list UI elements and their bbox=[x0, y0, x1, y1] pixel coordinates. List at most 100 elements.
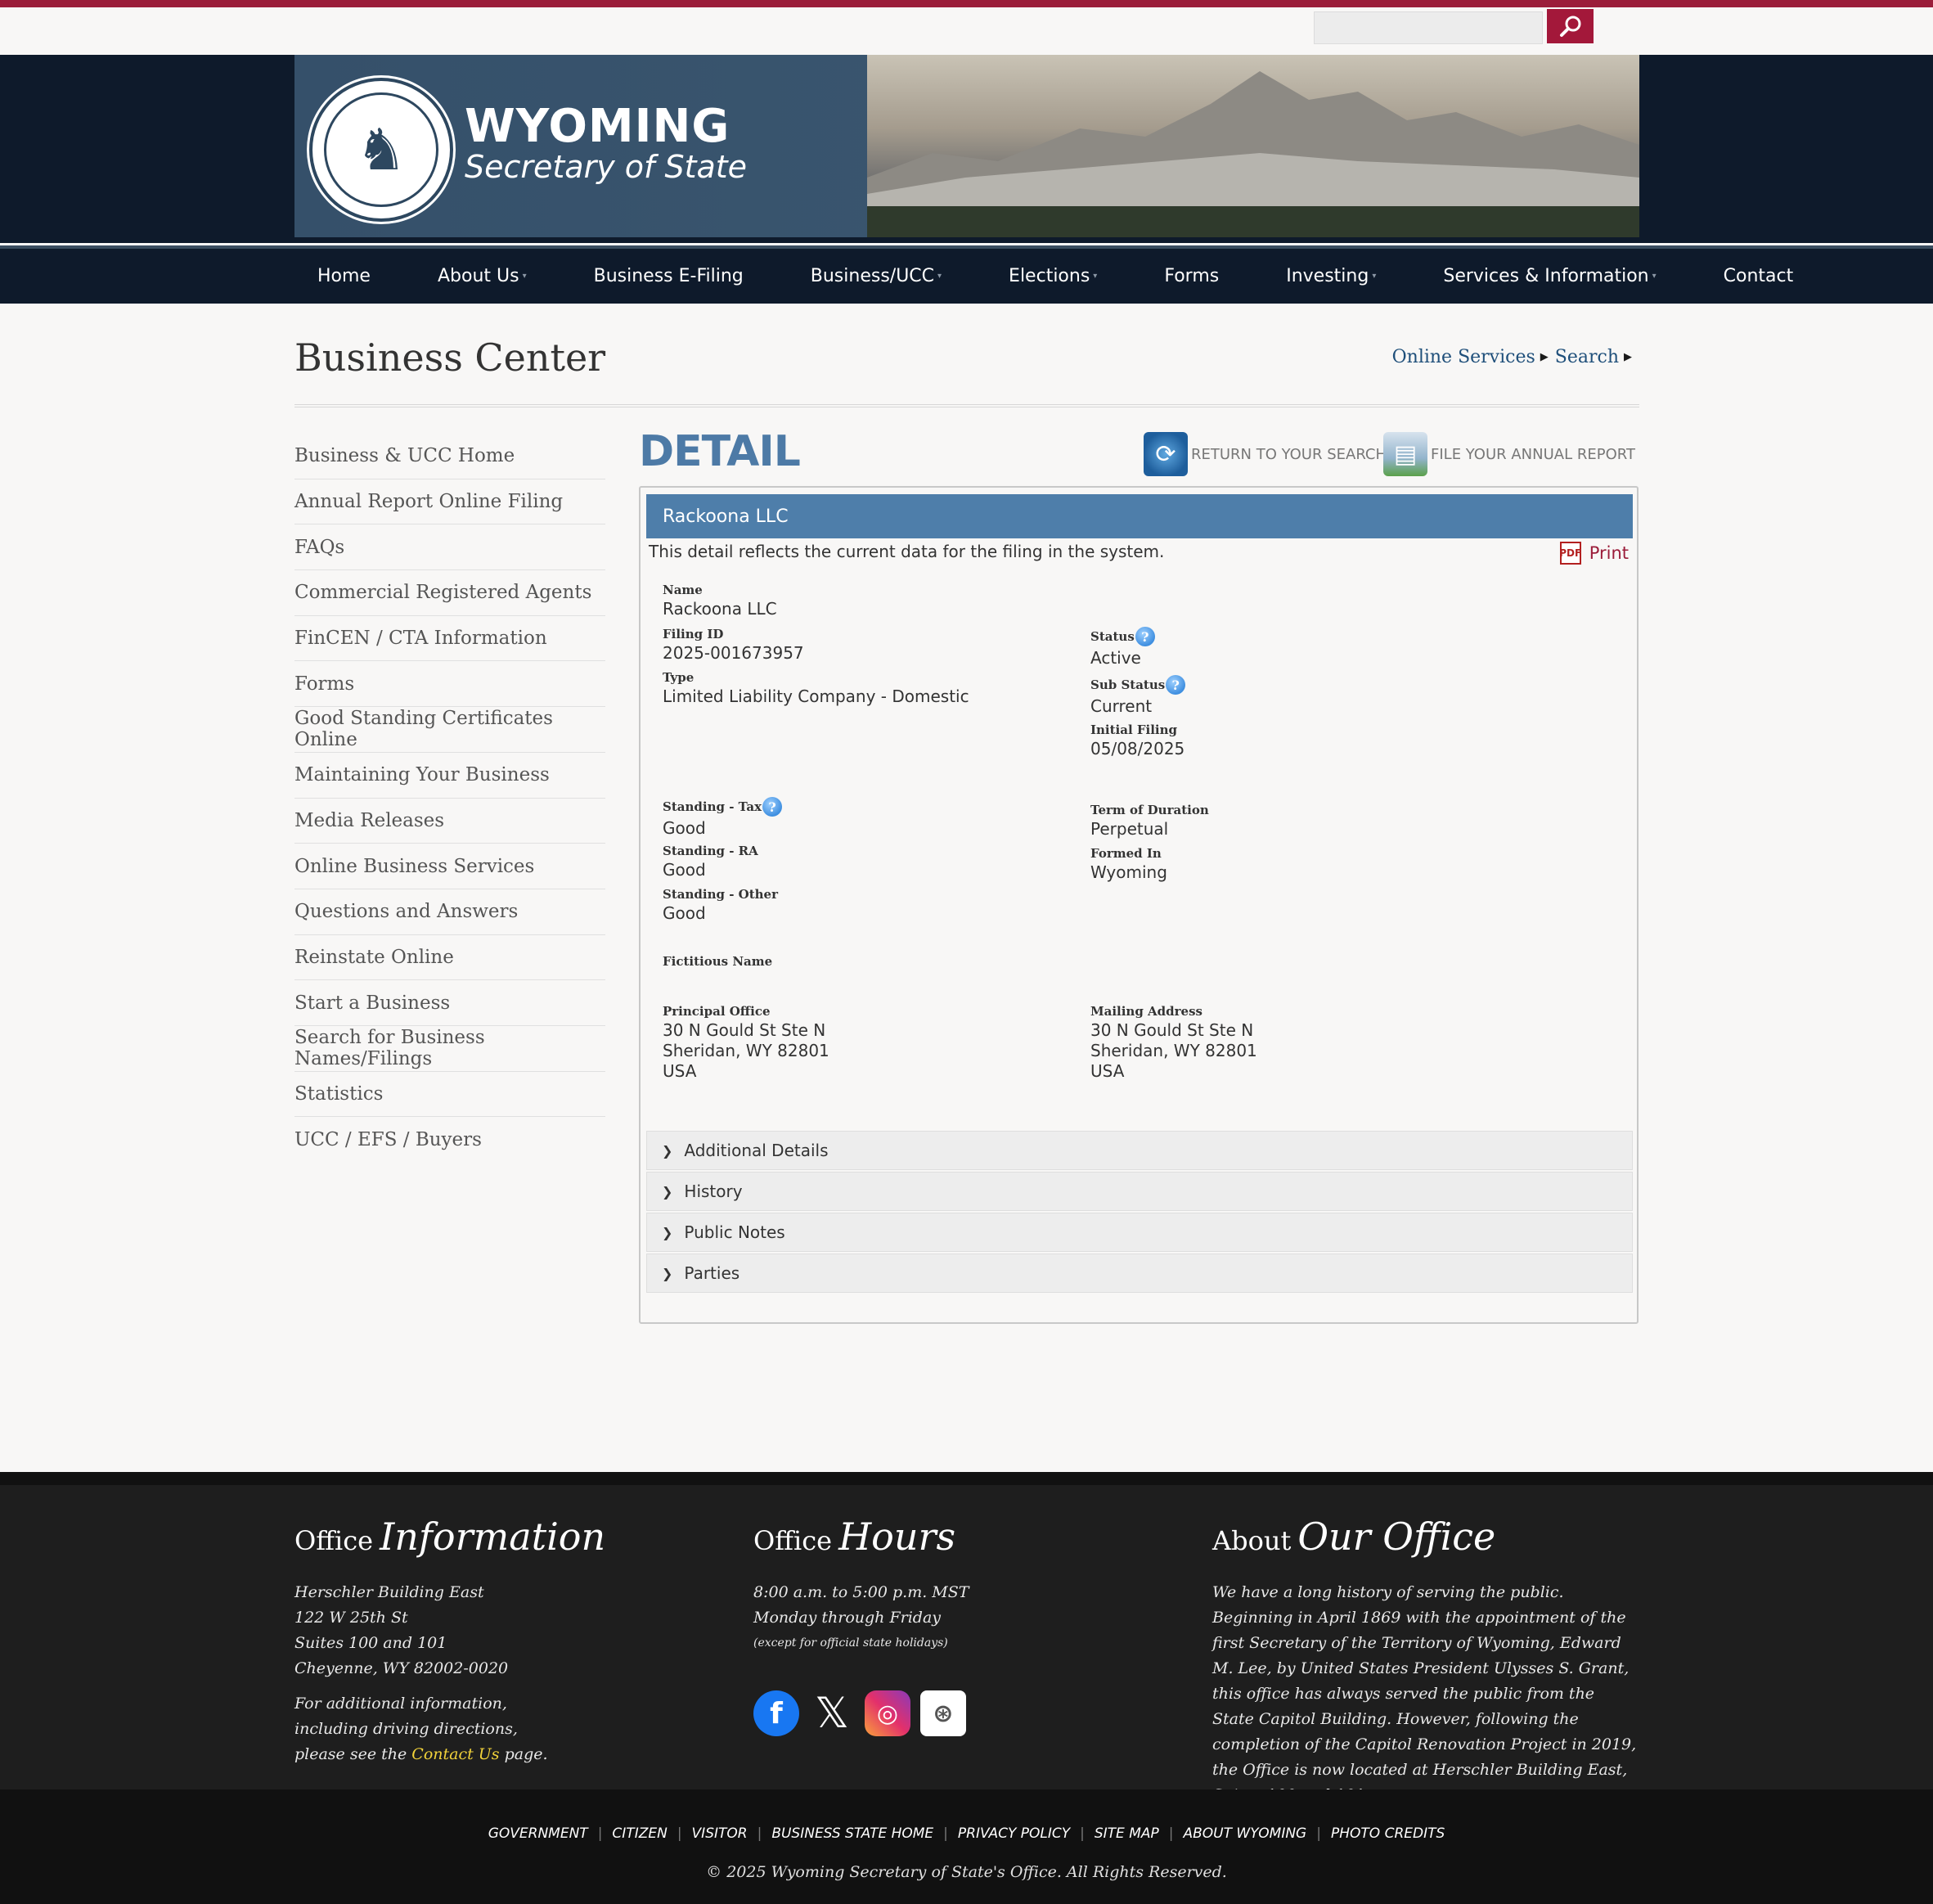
refresh-icon: ⟳ bbox=[1144, 432, 1188, 476]
accordion-additional-details[interactable]: ❯ Additional Details bbox=[646, 1131, 1633, 1170]
print-button[interactable]: PDF Print bbox=[1559, 542, 1629, 565]
site-search-input[interactable] bbox=[1314, 11, 1543, 44]
address-line: 122 W 25th St bbox=[294, 1609, 408, 1627]
sidebar-item-media-releases[interactable]: Media Releases bbox=[294, 799, 605, 844]
help-icon[interactable]: ? bbox=[1166, 675, 1186, 695]
field-label: Formed In bbox=[1090, 846, 1162, 861]
nav-item-elections[interactable]: Elections ▾ bbox=[986, 266, 1097, 286]
sidebar-item-ucc-efs-buyers[interactable]: UCC / EFS / Buyers bbox=[294, 1117, 605, 1163]
sidebar-item-fincen-cta-information[interactable]: FinCEN / CTA Information bbox=[294, 616, 605, 662]
field-label: Term of Duration bbox=[1090, 803, 1209, 817]
sidebar-item-reinstate-online[interactable]: Reinstate Online bbox=[294, 935, 605, 981]
sidebar-item-good-standing-certificates-online[interactable]: Good Standing Certificates Online bbox=[294, 707, 605, 753]
file-annual-report-button[interactable]: ▤ FILE YOUR ANNUAL REPORT bbox=[1383, 432, 1635, 476]
search-button[interactable] bbox=[1547, 9, 1594, 43]
brand-subtitle: Secretary of State bbox=[465, 149, 748, 185]
x-icon[interactable]: 𝕏 bbox=[809, 1689, 855, 1738]
instagram-icon[interactable]: ◎ bbox=[865, 1690, 910, 1736]
help-icon[interactable]: ? bbox=[1135, 627, 1155, 646]
nav-item-home[interactable]: Home bbox=[294, 266, 371, 286]
nav-item-services-information[interactable]: Services & Information ▾ bbox=[1420, 266, 1656, 286]
field-sub-status: Sub Status? Current bbox=[1090, 675, 1186, 717]
breadcrumb-online-services[interactable]: Online Services bbox=[1392, 347, 1535, 367]
field-label: Standing - RA bbox=[663, 844, 758, 858]
top-accent-bar bbox=[0, 0, 1933, 7]
contact-us-link[interactable]: Contact Us bbox=[411, 1745, 499, 1763]
detail-panel: Rackoona LLC This detail reflects the cu… bbox=[639, 486, 1639, 1324]
address-line: 30 N Gould St Ste N bbox=[663, 1020, 826, 1040]
sidebar-item-forms[interactable]: Forms bbox=[294, 661, 605, 708]
nav-item-about-us[interactable]: About Us ▾ bbox=[415, 266, 527, 286]
file-annual-report-label: FILE YOUR ANNUAL REPORT bbox=[1431, 445, 1635, 463]
footer-link-site-map[interactable]: SITE MAP bbox=[1095, 1825, 1159, 1842]
footer-link-photo-credits[interactable]: PHOTO CREDITS bbox=[1331, 1825, 1445, 1842]
hours-line: 8:00 a.m. to 5:00 p.m. MST bbox=[753, 1583, 969, 1601]
nav-label: Home bbox=[317, 266, 371, 286]
field-label: Standing - Tax bbox=[663, 799, 762, 814]
field-formed-in: Formed In Wyoming bbox=[1090, 846, 1167, 883]
search-icon bbox=[1559, 16, 1580, 37]
field-label: Fictitious Name bbox=[663, 954, 773, 969]
sidebar-item-commercial-registered-agents[interactable]: Commercial Registered Agents bbox=[294, 570, 605, 616]
address-line: Herschler Building East bbox=[294, 1583, 484, 1601]
breadcrumb-search[interactable]: Search bbox=[1555, 347, 1619, 367]
site-footer: Office Information Herschler Building Ea… bbox=[0, 1472, 1933, 1804]
detail-note: This detail reflects the current data fo… bbox=[649, 542, 1165, 561]
nav-item-business-ucc[interactable]: Business/UCC ▾ bbox=[788, 266, 942, 286]
field-initial-filing: Initial Filing 05/08/2025 bbox=[1090, 722, 1185, 759]
field-term-of-duration: Term of Duration Perpetual bbox=[1090, 803, 1209, 839]
nav-item-contact[interactable]: Contact bbox=[1701, 266, 1794, 286]
field-value: Perpetual bbox=[1090, 819, 1169, 839]
link-separator: | bbox=[757, 1825, 762, 1842]
nav-item-forms[interactable]: Forms bbox=[1141, 266, 1219, 286]
seal-icon[interactable]: ⊛ bbox=[920, 1690, 966, 1736]
print-label: Print bbox=[1589, 543, 1629, 563]
accordion-history[interactable]: ❯ History bbox=[646, 1172, 1633, 1211]
field-label: Sub Status bbox=[1090, 677, 1166, 692]
sidebar-item-annual-report-online-filing[interactable]: Annual Report Online Filing bbox=[294, 479, 605, 525]
footer-link-privacy-policy[interactable]: PRIVACY POLICY bbox=[958, 1825, 1070, 1842]
nav-label: Business E-Filing bbox=[593, 266, 744, 286]
title-divider bbox=[294, 404, 1639, 407]
field-status: Status? Active bbox=[1090, 627, 1155, 668]
footer-link-citizen[interactable]: CITIZEN bbox=[612, 1825, 667, 1842]
nav-item-business-e-filing[interactable]: Business E-Filing bbox=[571, 266, 744, 286]
entity-name-header: Rackoona LLC bbox=[646, 494, 1633, 538]
link-separator: | bbox=[597, 1825, 603, 1842]
sidebar-item-start-a-business[interactable]: Start a Business bbox=[294, 980, 605, 1026]
field-value: Good bbox=[663, 860, 706, 880]
field-value: Active bbox=[1090, 648, 1141, 668]
sidebar-item-statistics[interactable]: Statistics bbox=[294, 1072, 605, 1118]
field-standing-tax: Standing - Tax? Good bbox=[663, 797, 783, 839]
dropdown-caret-icon: ▾ bbox=[522, 272, 527, 281]
sidebar-item-questions-and-answers[interactable]: Questions and Answers bbox=[294, 889, 605, 935]
facebook-icon[interactable]: f bbox=[753, 1690, 799, 1736]
sidebar-item-online-business-services[interactable]: Online Business Services bbox=[294, 844, 605, 889]
office-information: Office Information Herschler Building Ea… bbox=[294, 1515, 704, 1767]
accordion-public-notes[interactable]: ❯ Public Notes bbox=[646, 1213, 1633, 1252]
nav-label: Services & Information bbox=[1443, 266, 1649, 286]
sidebar-item-faqs[interactable]: FAQs bbox=[294, 524, 605, 571]
more-info-line: For additional information, bbox=[294, 1695, 507, 1713]
address-line: Sheridan, WY 82801 bbox=[1090, 1041, 1257, 1060]
footer-link-government[interactable]: GOVERNMENT bbox=[488, 1825, 588, 1842]
sidebar-nav: Business & UCC Home Annual Report Online … bbox=[294, 434, 605, 1163]
chevron-right-icon: ❯ bbox=[662, 1224, 673, 1240]
sidebar-item-maintaining-your-business[interactable]: Maintaining Your Business bbox=[294, 753, 605, 799]
field-principal-office: Principal Office 30 N Gould St Ste N She… bbox=[663, 1004, 829, 1082]
field-label: Standing - Other bbox=[663, 887, 778, 902]
nav-item-investing[interactable]: Investing ▾ bbox=[1263, 266, 1376, 286]
accordion-label: Additional Details bbox=[684, 1141, 829, 1160]
field-label: Filing ID bbox=[663, 627, 724, 641]
state-seal-logo[interactable]: ♞ bbox=[309, 78, 453, 222]
sidebar-item-search-for-business-names-filings[interactable]: Search for Business Names/Filings bbox=[294, 1026, 605, 1072]
return-to-search-button[interactable]: ⟳ RETURN TO YOUR SEARCH bbox=[1144, 432, 1387, 476]
accordion-parties[interactable]: ❯ Parties bbox=[646, 1254, 1633, 1293]
footer-link-visitor[interactable]: VISITOR bbox=[692, 1825, 748, 1842]
document-icon: ▤ bbox=[1383, 432, 1427, 476]
help-icon[interactable]: ? bbox=[762, 797, 783, 817]
sidebar-item-business-ucc-home[interactable]: Business & UCC Home bbox=[294, 434, 605, 479]
footer-link-about-wyoming[interactable]: ABOUT WYOMING bbox=[1183, 1825, 1306, 1842]
footer-link-business-state-home[interactable]: BUSINESS STATE HOME bbox=[771, 1825, 933, 1842]
field-label: Initial Filing bbox=[1090, 722, 1178, 737]
